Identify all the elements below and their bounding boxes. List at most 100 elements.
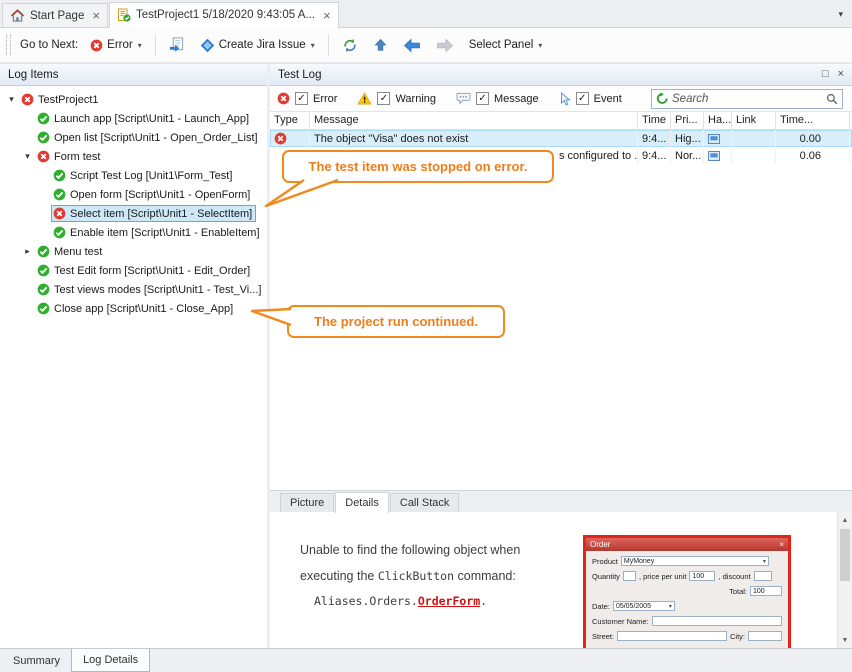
tree-item-label: Test Edit form [Script\Unit1 - Edit_Orde… <box>54 265 250 277</box>
tree-item[interactable]: ▾TestProject1 <box>0 90 267 109</box>
filter-error[interactable]: ✓Error <box>277 92 337 105</box>
checkbox-warning[interactable]: ✓ <box>377 92 390 105</box>
callout-tail <box>258 178 348 212</box>
error-text-2: command: <box>454 569 516 583</box>
tree-item[interactable]: ▸Menu test <box>0 242 267 261</box>
tree-item-label: Form test <box>54 151 100 163</box>
preview-titlebar: Order × <box>586 538 788 551</box>
search-box[interactable] <box>651 89 843 109</box>
doc-tab[interactable]: TestProject1 5/18/2020 9:43:05 A...× <box>109 2 339 28</box>
search-input[interactable] <box>672 93 823 105</box>
event-icon <box>559 92 571 106</box>
create-jira-label: Create Jira Issue <box>219 39 306 51</box>
forward-button[interactable] <box>431 34 459 57</box>
tree-item-content: TestProject1 <box>19 91 103 108</box>
tab-close-icon[interactable]: × <box>323 9 331 22</box>
tree-item[interactable]: Script Test Log [Unit1\Form_Test] <box>0 166 267 185</box>
tree-item-content: Test Edit form [Script\Unit1 - Edit_Orde… <box>35 262 254 279</box>
column-header[interactable]: Message <box>310 112 638 129</box>
log-row[interactable]: The object "Visa" does not exist9:4...Hi… <box>270 130 852 147</box>
report-button[interactable] <box>164 33 190 57</box>
expand-arrow-icon[interactable]: ▸ <box>20 246 35 257</box>
tree-item-label: Open form [Script\Unit1 - OpenForm] <box>70 189 250 201</box>
preview-quantity-label: Quantity <box>592 572 620 581</box>
close-panel-icon[interactable]: × <box>838 69 844 80</box>
scroll-thumb[interactable] <box>840 529 850 581</box>
preview-product-value: MyMoney <box>624 558 654 565</box>
tree-item[interactable]: Test views modes [Script\Unit1 - Test_Vi… <box>0 280 267 299</box>
error-screenshot-preview: Order × Product MyMoney ▾ Quantity , <box>583 535 791 648</box>
code-clickbutton: ClickButton <box>378 569 454 583</box>
filter-event[interactable]: ✓Event <box>559 92 622 106</box>
toolbar-grip[interactable] <box>6 35 11 55</box>
callout-run-continued: The project run continued. <box>287 305 505 338</box>
row-status-icon <box>274 132 287 145</box>
tree-item[interactable]: Launch app [Script\Unit1 - Launch_App] <box>0 109 267 128</box>
orderform-link[interactable]: OrderForm <box>418 594 480 608</box>
tree-item-content: Form test <box>35 148 104 165</box>
collapse-arrow-icon[interactable]: ▾ <box>4 94 19 105</box>
filter-warning[interactable]: ✓Warning <box>357 92 436 105</box>
tab-list-chevron-icon[interactable]: ▾ <box>838 9 843 20</box>
status-error-icon <box>37 150 50 163</box>
status-error-icon <box>53 207 66 220</box>
float-window-icon[interactable]: □ <box>822 69 829 80</box>
cell-time: 9:4... <box>638 130 671 147</box>
goto-error-button[interactable]: Error ▾ <box>85 35 147 56</box>
collapse-arrow-icon[interactable]: ▾ <box>20 151 35 162</box>
status-bar: SummaryLog Details <box>0 648 852 672</box>
up-one-level-button[interactable] <box>368 34 393 57</box>
column-header[interactable]: Time <box>638 112 671 129</box>
detail-content: Unable to find the following object when… <box>270 512 852 648</box>
checkbox-message[interactable]: ✓ <box>476 92 489 105</box>
column-header[interactable]: Link <box>732 112 776 129</box>
scroll-up-icon[interactable]: ▲ <box>838 512 852 528</box>
cell-priority: Hig... <box>671 130 704 147</box>
search-go-icon[interactable] <box>656 92 669 105</box>
column-header[interactable]: Pri... <box>671 112 704 129</box>
sync-button[interactable] <box>337 34 363 57</box>
details-scrollbar[interactable]: ▲ ▼ <box>837 512 852 648</box>
checkbox-error[interactable]: ✓ <box>295 92 308 105</box>
doc-tab[interactable]: Start Page × <box>2 3 108 27</box>
scroll-down-icon[interactable]: ▼ <box>838 632 852 648</box>
preview-date-value: 05/05/2005 <box>616 603 651 610</box>
filters: ✓Error ✓Warning ✓Message ✓Event <box>277 92 642 106</box>
status-ok-icon <box>53 226 66 239</box>
callout-tail <box>249 300 295 330</box>
detail-tab-picture[interactable]: Picture <box>280 493 334 512</box>
doc-tab-label: Start Page <box>30 10 84 22</box>
column-header[interactable]: Ha... <box>704 112 732 129</box>
filter-message[interactable]: ✓Message <box>456 92 539 105</box>
tree-item[interactable]: Open form [Script\Unit1 - OpenForm] <box>0 185 267 204</box>
goto-next-label: Go to Next: <box>20 39 78 51</box>
tree-item-label: Close app [Script\Unit1 - Close_App] <box>54 303 233 315</box>
forward-arrow-icon <box>436 38 454 53</box>
tree-item[interactable]: Test Edit form [Script\Unit1 - Edit_Orde… <box>0 261 267 280</box>
column-header[interactable]: Time... <box>776 112 850 129</box>
column-header[interactable]: Type <box>270 112 310 129</box>
tree-item[interactable]: ▾ Form test <box>0 147 267 166</box>
magnifier-icon <box>826 93 838 105</box>
back-arrow-icon <box>403 38 421 53</box>
create-jira-button[interactable]: Create Jira Issue ▾ <box>195 34 320 57</box>
checkbox-event[interactable]: ✓ <box>576 92 589 105</box>
screenshot-icon <box>708 151 720 161</box>
tree-item[interactable]: Select item [Script\Unit1 - SelectItem] <box>0 204 267 223</box>
select-panel-button[interactable]: Select Panel ▾ <box>464 35 548 55</box>
cell-time-diff: 0.06 <box>776 147 850 164</box>
preview-date-label: Date: <box>592 602 610 611</box>
back-button[interactable] <box>398 34 426 57</box>
panel-buttons: □ × <box>822 69 844 80</box>
preview-discount-label: , discount <box>718 572 750 581</box>
tree-item[interactable]: Close app [Script\Unit1 - Close_App] <box>0 299 267 318</box>
tree-item[interactable]: Open list [Script\Unit1 - Open_Order_Lis… <box>0 128 267 147</box>
status-tab-summary[interactable]: Summary <box>2 649 71 672</box>
tab-close-icon[interactable]: × <box>92 9 100 22</box>
tree-item[interactable]: Enable item [Script\Unit1 - EnableItem] <box>0 223 267 242</box>
detail-tab-call-stack[interactable]: Call Stack <box>390 493 460 512</box>
detail-tab-details[interactable]: Details <box>335 492 389 513</box>
chevron-down-icon: ▾ <box>311 41 315 50</box>
status-tab-log-details[interactable]: Log Details <box>71 649 150 672</box>
callout-text: The project run continued. <box>314 314 478 329</box>
